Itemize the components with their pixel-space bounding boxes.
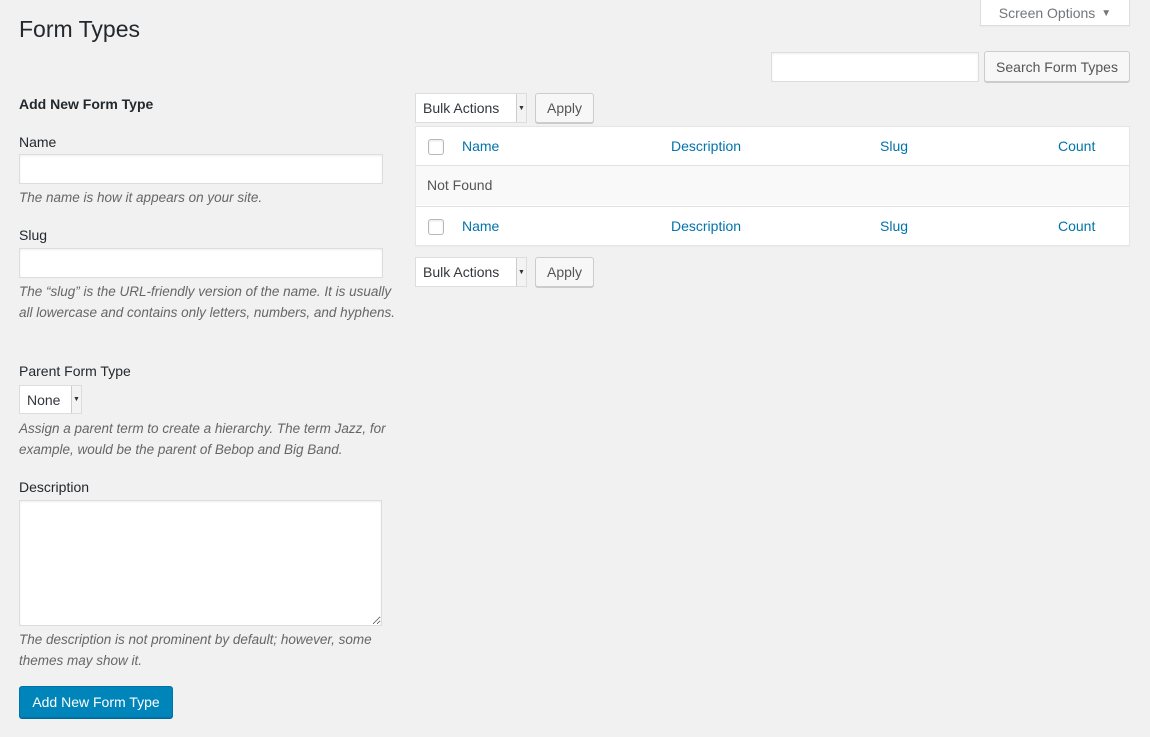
- bulk-actions-select-top[interactable]: Bulk Actions ▼: [415, 93, 527, 123]
- column-slug-footer[interactable]: Slug: [880, 218, 908, 234]
- name-help: The name is how it appears on your site.: [19, 190, 263, 205]
- parent-select[interactable]: None ▼: [19, 385, 82, 414]
- bulk-actions-label: Bulk Actions: [423, 100, 500, 116]
- column-count[interactable]: Count: [1058, 138, 1095, 154]
- bulk-actions-label-bottom: Bulk Actions: [423, 264, 500, 280]
- slug-field[interactable]: [19, 248, 383, 278]
- form-heading: Add New Form Type: [19, 96, 154, 112]
- page-title: Form Types: [19, 16, 140, 42]
- screen-options-button[interactable]: Screen Options ▼: [980, 0, 1130, 26]
- form-types-table: Name Description Slug Count Not Found Na…: [415, 126, 1130, 246]
- column-name[interactable]: Name: [462, 138, 499, 154]
- parent-help: Assign a parent term to create a hierarc…: [19, 421, 386, 457]
- slug-label: Slug: [19, 227, 48, 243]
- column-name-footer[interactable]: Name: [462, 218, 499, 234]
- name-label: Name: [19, 134, 57, 150]
- caret-down-icon: ▼: [516, 94, 526, 122]
- triangle-down-icon: ▼: [1101, 7, 1112, 19]
- screen-options-label: Screen Options: [998, 4, 1096, 21]
- column-count-footer[interactable]: Count: [1058, 218, 1095, 234]
- select-all-checkbox[interactable]: [428, 139, 444, 155]
- search-form-types-button[interactable]: Search Form Types: [984, 51, 1130, 82]
- table-footer-row: Name Description Slug Count: [416, 206, 1129, 245]
- description-help: The description is not prominent by defa…: [19, 632, 372, 668]
- parent-select-value: None: [27, 391, 61, 408]
- table-header-row: Name Description Slug Count: [416, 127, 1129, 166]
- column-description[interactable]: Description: [671, 138, 741, 154]
- parent-label: Parent Form Type: [19, 363, 131, 379]
- column-description-footer[interactable]: Description: [671, 218, 741, 234]
- search-input[interactable]: [771, 52, 979, 82]
- caret-down-icon: ▼: [71, 386, 81, 413]
- select-all-checkbox-footer[interactable]: [428, 219, 444, 235]
- column-slug[interactable]: Slug: [880, 138, 908, 154]
- table-row: Not Found: [416, 166, 1129, 205]
- description-field[interactable]: [19, 500, 382, 626]
- apply-button-top[interactable]: Apply: [535, 93, 594, 123]
- bulk-actions-select-bottom[interactable]: Bulk Actions ▼: [415, 257, 527, 287]
- description-label: Description: [19, 479, 90, 495]
- apply-button-bottom[interactable]: Apply: [535, 257, 594, 287]
- not-found-message: Not Found: [427, 177, 493, 193]
- name-field[interactable]: [19, 154, 383, 184]
- add-new-form-type-button[interactable]: Add New Form Type: [19, 686, 173, 718]
- caret-down-icon: ▼: [516, 258, 526, 286]
- slug-help: The “slug” is the URL-friendly version o…: [19, 284, 395, 320]
